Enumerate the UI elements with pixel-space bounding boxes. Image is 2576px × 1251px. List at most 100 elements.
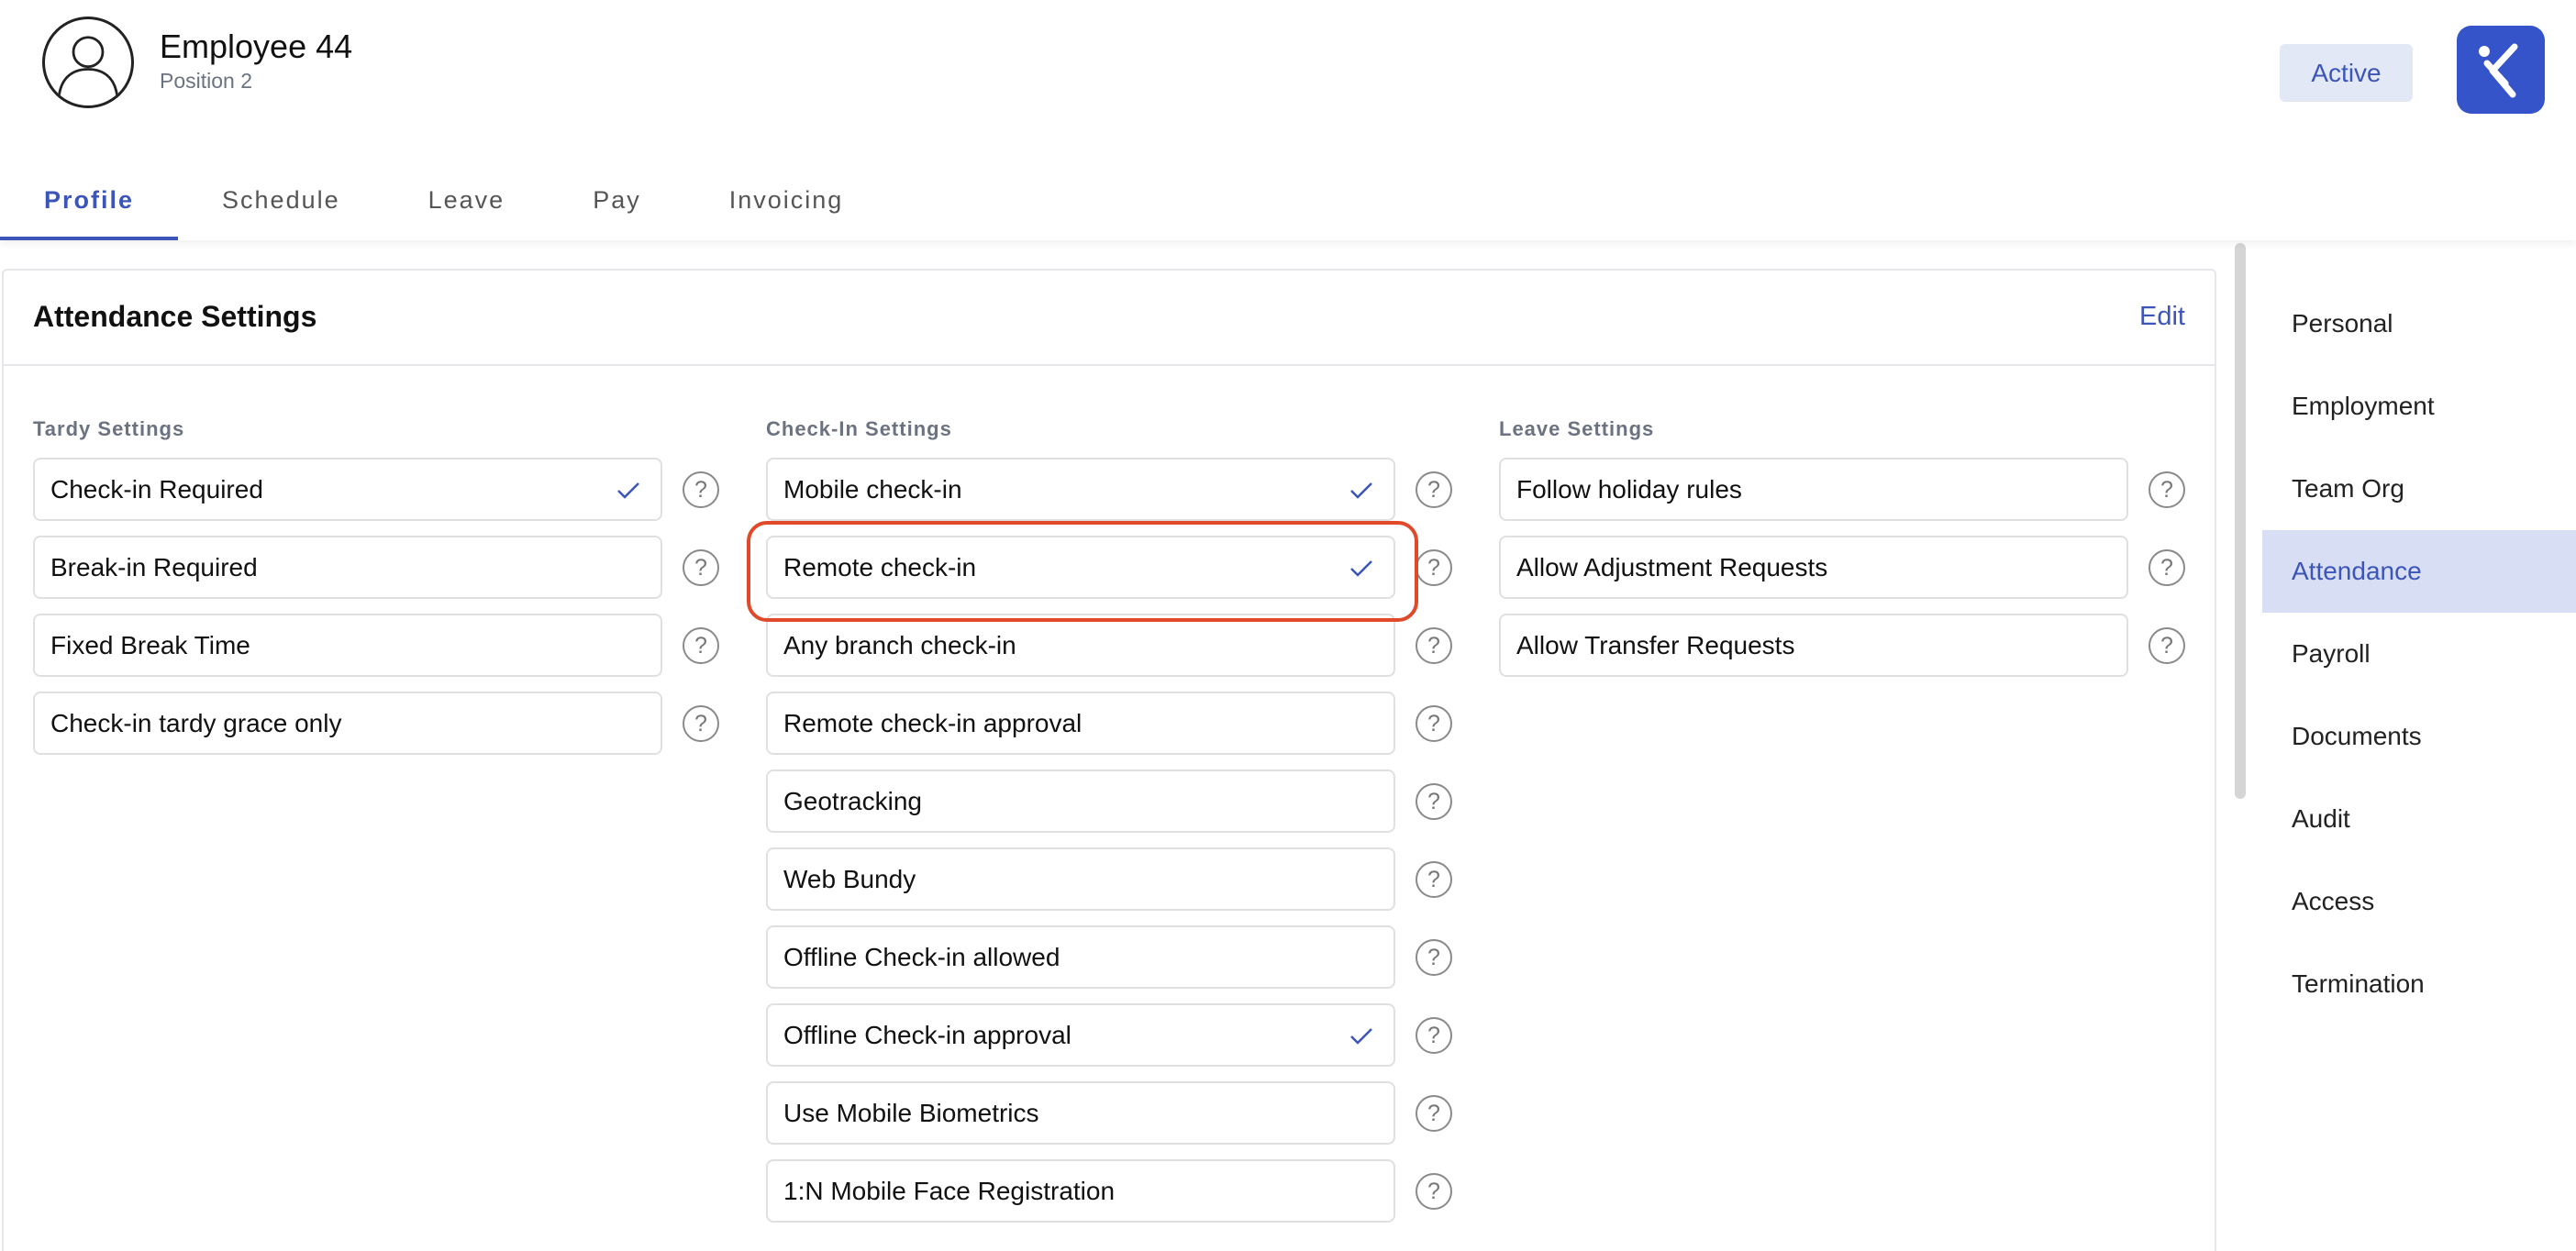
nav-item-attendance[interactable]: Attendance xyxy=(2262,530,2576,613)
offline-check-in-approval-field[interactable]: Offline Check-in approval xyxy=(766,1003,1395,1067)
avatar xyxy=(42,17,134,108)
help-icon[interactable]: ? xyxy=(1416,705,1452,742)
tab-invoicing[interactable]: Invoicing xyxy=(685,161,888,240)
setting-row: Follow holiday rules ? xyxy=(1499,458,2215,536)
user-icon xyxy=(57,36,119,99)
break-in-required-field[interactable]: Break-in Required xyxy=(33,536,662,599)
vertical-scrollbar[interactable] xyxy=(2235,243,2246,1251)
scrollbar-thumb[interactable] xyxy=(2235,243,2246,799)
setting-row: Check-in Required ? xyxy=(33,458,749,536)
nav-item-access[interactable]: Access xyxy=(2262,860,2576,943)
check-in-tardy-grace-field[interactable]: Check-in tardy grace only xyxy=(33,692,662,755)
setting-row: Fixed Break Time ? xyxy=(33,614,749,692)
tardy-settings-column: Tardy Settings Check-in Required ? Break… xyxy=(33,417,749,769)
help-icon[interactable]: ? xyxy=(683,627,719,664)
employee-position: Position 2 xyxy=(160,69,253,93)
setting-row: Use Mobile Biometrics ? xyxy=(766,1081,1482,1159)
setting-label: Offline Check-in allowed xyxy=(783,942,1060,971)
setting-row: Offline Check-in allowed ? xyxy=(766,925,1482,1003)
profile-header: Employee 44 Position 2 Active Profile Sc… xyxy=(0,0,2576,240)
help-icon[interactable]: ? xyxy=(683,705,719,742)
setting-label: Offline Check-in approval xyxy=(783,1020,1071,1049)
nav-item-employment[interactable]: Employment xyxy=(2262,365,2576,448)
check-in-settings-label: Check-In Settings xyxy=(766,417,952,440)
setting-label: Fixed Break Time xyxy=(50,630,250,659)
nav-item-payroll[interactable]: Payroll xyxy=(2262,613,2576,695)
setting-row: Any branch check-in ? xyxy=(766,614,1482,692)
setting-label: Any branch check-in xyxy=(783,630,1016,659)
tab-pay[interactable]: Pay xyxy=(549,161,685,240)
use-mobile-biometrics-field[interactable]: Use Mobile Biometrics xyxy=(766,1081,1395,1145)
employee-name: Employee 44 xyxy=(160,28,353,65)
tab-bar: Profile Schedule Leave Pay Invoicing xyxy=(0,161,887,240)
setting-label: Geotracking xyxy=(783,786,922,815)
setting-row: Web Bundy ? xyxy=(766,847,1482,925)
help-icon[interactable]: ? xyxy=(1416,549,1452,586)
setting-row: 1:N Mobile Face Registration ? xyxy=(766,1159,1482,1237)
setting-row: Check-in tardy grace only ? xyxy=(33,692,749,769)
web-bundy-field[interactable]: Web Bundy xyxy=(766,847,1395,911)
help-icon[interactable]: ? xyxy=(1416,627,1452,664)
nav-item-audit[interactable]: Audit xyxy=(2262,778,2576,860)
remote-check-in-approval-field[interactable]: Remote check-in approval xyxy=(766,692,1395,755)
tardy-settings-label: Tardy Settings xyxy=(33,417,185,440)
setting-label: Allow Transfer Requests xyxy=(1516,630,1795,659)
setting-label: Mobile check-in xyxy=(783,474,962,504)
help-icon[interactable]: ? xyxy=(1416,1017,1452,1054)
setting-label: Allow Adjustment Requests xyxy=(1516,552,1828,581)
card-header: Attendance Settings Edit xyxy=(4,271,2215,366)
setting-label: Use Mobile Biometrics xyxy=(783,1098,1039,1127)
setting-row: Allow Transfer Requests ? xyxy=(1499,614,2215,692)
nav-item-team-org[interactable]: Team Org xyxy=(2262,448,2576,530)
help-icon[interactable]: ? xyxy=(1416,939,1452,976)
app-logo xyxy=(2457,26,2545,114)
setting-row: Break-in Required ? xyxy=(33,536,749,614)
help-icon[interactable]: ? xyxy=(683,471,719,508)
section-nav: Personal Employment Team Org Attendance … xyxy=(2262,269,2576,1251)
setting-label: Web Bundy xyxy=(783,864,916,893)
tab-leave[interactable]: Leave xyxy=(384,161,550,240)
nav-item-documents[interactable]: Documents xyxy=(2262,695,2576,778)
leave-settings-label: Leave Settings xyxy=(1499,417,1655,440)
attendance-settings-card: Attendance Settings Edit Tardy Settings … xyxy=(2,269,2216,1251)
check-icon xyxy=(1350,1028,1372,1045)
status-badge: Active xyxy=(2280,44,2413,102)
offline-check-in-allowed-field[interactable]: Offline Check-in allowed xyxy=(766,925,1395,989)
tab-schedule[interactable]: Schedule xyxy=(178,161,384,240)
edit-button[interactable]: Edit xyxy=(2139,302,2185,332)
help-icon[interactable]: ? xyxy=(2149,471,2185,508)
setting-label: Follow holiday rules xyxy=(1516,474,1742,504)
logo-icon xyxy=(2479,43,2518,98)
card-title: Attendance Settings xyxy=(33,300,317,333)
check-in-required-field[interactable]: Check-in Required xyxy=(33,458,662,521)
setting-label: Remote check-in approval xyxy=(783,708,1083,737)
remote-check-in-highlight xyxy=(747,521,1418,622)
setting-row: Offline Check-in approval ? xyxy=(766,1003,1482,1081)
setting-row: Allow Adjustment Requests ? xyxy=(1499,536,2215,614)
mobile-check-in-field[interactable]: Mobile check-in xyxy=(766,458,1395,521)
help-icon[interactable]: ? xyxy=(1416,783,1452,820)
follow-holiday-rules-field[interactable]: Follow holiday rules xyxy=(1499,458,2128,521)
setting-label: Break-in Required xyxy=(50,552,258,581)
check-icon xyxy=(617,482,639,499)
help-icon[interactable]: ? xyxy=(2149,549,2185,586)
help-icon[interactable]: ? xyxy=(1416,1095,1452,1132)
setting-label: 1:N Mobile Face Registration xyxy=(783,1176,1116,1205)
help-icon[interactable]: ? xyxy=(1416,1173,1452,1210)
mobile-face-registration-field[interactable]: 1:N Mobile Face Registration xyxy=(766,1159,1395,1223)
help-icon[interactable]: ? xyxy=(1416,861,1452,898)
setting-row: Remote check-in approval ? xyxy=(766,692,1482,769)
tab-profile[interactable]: Profile xyxy=(0,161,179,240)
help-icon[interactable]: ? xyxy=(683,549,719,586)
allow-transfer-requests-field[interactable]: Allow Transfer Requests xyxy=(1499,614,2128,677)
setting-label: Check-in Required xyxy=(50,474,263,504)
setting-row: Geotracking ? xyxy=(766,769,1482,847)
any-branch-check-in-field[interactable]: Any branch check-in xyxy=(766,614,1395,677)
help-icon[interactable]: ? xyxy=(2149,627,2185,664)
nav-item-personal[interactable]: Personal xyxy=(2262,282,2576,365)
geotracking-field[interactable]: Geotracking xyxy=(766,769,1395,833)
help-icon[interactable]: ? xyxy=(1416,471,1452,508)
nav-item-termination[interactable]: Termination xyxy=(2262,943,2576,1025)
allow-adjustment-requests-field[interactable]: Allow Adjustment Requests xyxy=(1499,536,2128,599)
fixed-break-time-field[interactable]: Fixed Break Time xyxy=(33,614,662,677)
